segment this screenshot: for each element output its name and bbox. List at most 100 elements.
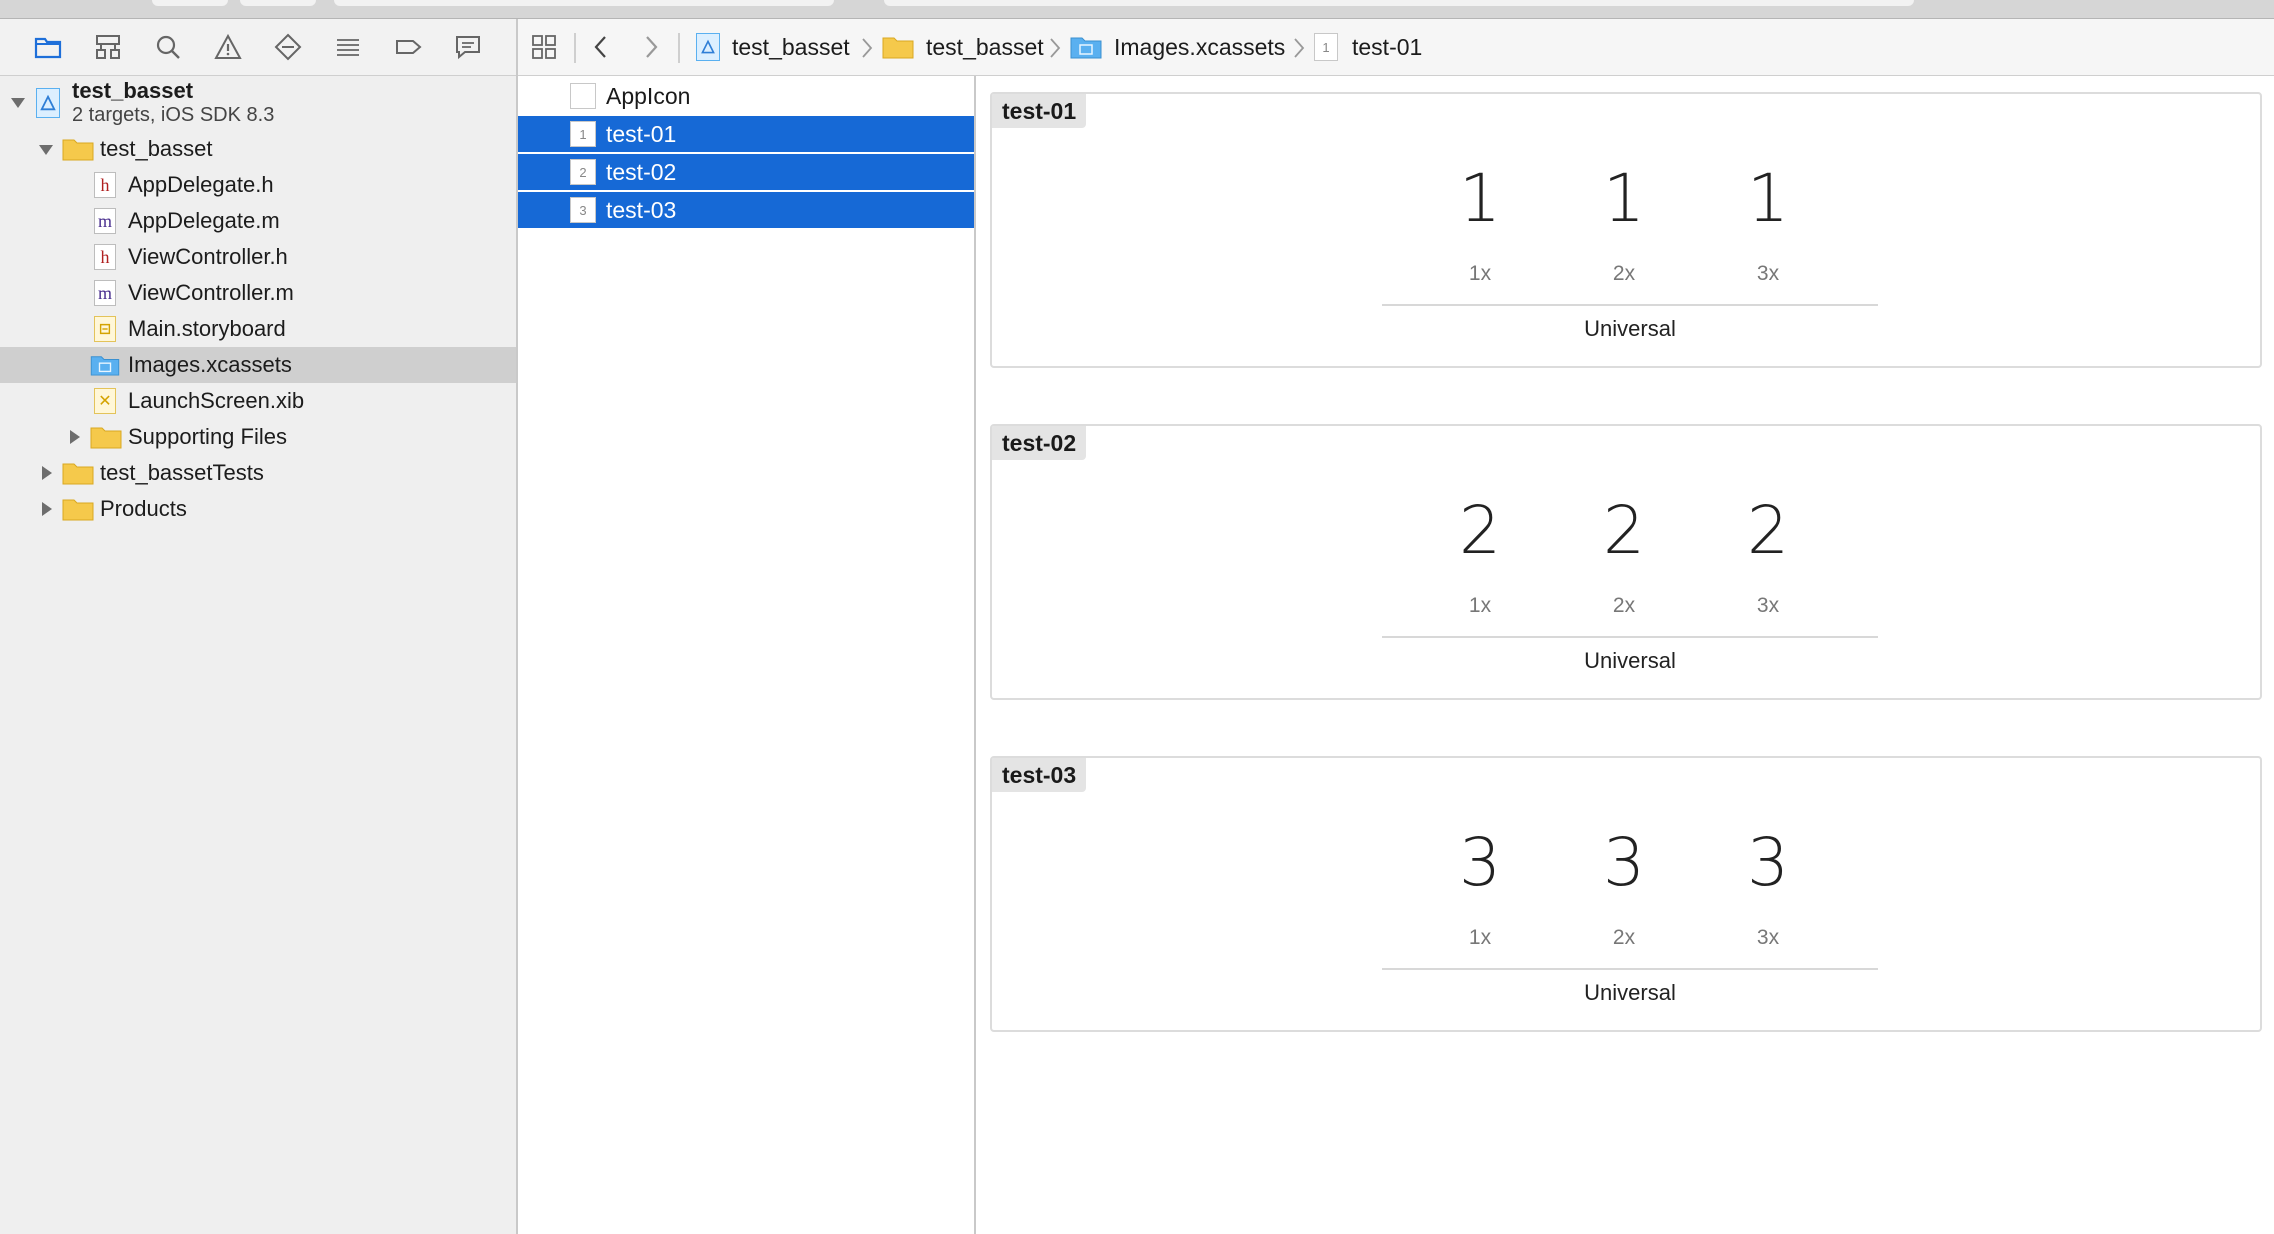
- asset-list-item[interactable]: AppIcon: [518, 78, 974, 114]
- breadcrumb-separator-icon: [862, 38, 873, 58]
- asset-list: AppIcon 1 test-01 2 test-02 3 test-03: [518, 76, 976, 1234]
- scale-label: 1x: [1468, 594, 1492, 617]
- tree-item-label: ViewController.m: [128, 280, 294, 305]
- asset-editor: test-01 1 1 1 1x 2x 3x Universal test-02…: [976, 76, 2274, 1234]
- symbol-navigator-tab[interactable]: [90, 31, 126, 63]
- search-icon: [156, 35, 180, 59]
- project-subtitle: 2 targets, iOS SDK 8.3: [72, 104, 275, 126]
- tree-item-label: Supporting Files: [128, 424, 287, 449]
- breadcrumb-image-set[interactable]: 1 test-01: [1314, 19, 1422, 75]
- tree-row-file[interactable]: m AppDelegate.m: [0, 203, 516, 239]
- test-navigator-tab[interactable]: [270, 31, 306, 63]
- project-navigator-tab[interactable]: [30, 31, 66, 63]
- asset-list-item-selected[interactable]: 3 test-03: [518, 192, 974, 228]
- asset-name: AppIcon: [606, 82, 691, 109]
- implementation-file-icon: m: [94, 280, 116, 306]
- asset-name: test-02: [606, 158, 677, 185]
- image-set-panel[interactable]: test-02 2 2 2 1x 2x 3x Universal: [990, 424, 2262, 700]
- divider: [1382, 968, 1878, 970]
- disclosure-triangle-icon[interactable]: [64, 427, 84, 447]
- issue-navigator-tab[interactable]: [210, 31, 246, 63]
- grid-icon: [532, 35, 556, 59]
- disclosure-triangle-icon[interactable]: [8, 92, 28, 112]
- forward-button[interactable]: [642, 19, 660, 75]
- breadcrumb-separator-icon: [1050, 38, 1061, 58]
- tree-row-file[interactable]: h ViewController.h: [0, 239, 516, 275]
- scale-label: 3x: [1756, 926, 1780, 949]
- breadcrumb-label: test_basset: [732, 33, 850, 60]
- breadcrumb-asset-catalog[interactable]: Images.xcassets: [1070, 19, 1285, 75]
- breadcrumb-label: Images.xcassets: [1114, 33, 1286, 60]
- related-items-button[interactable]: [530, 19, 558, 75]
- image-slot-3x[interactable]: 2: [1728, 498, 1808, 564]
- breadcrumb-separator-icon: [1294, 38, 1305, 58]
- tree-row-file[interactable]: h AppDelegate.h: [0, 167, 516, 203]
- tree-row-file-selected[interactable]: Images.xcassets: [0, 347, 516, 383]
- device-idiom-label: Universal: [1584, 648, 1676, 673]
- toolbar-button[interactable]: [152, 0, 228, 6]
- implementation-file-icon: m: [94, 208, 116, 234]
- folder-icon: [34, 37, 62, 59]
- image-set-panel[interactable]: test-01 1 1 1 1x 2x 3x Universal: [990, 92, 2262, 368]
- breakpoint-navigator-tab[interactable]: [390, 31, 426, 63]
- image-set-icon: 1: [1314, 33, 1338, 61]
- speech-bubble-icon: [456, 36, 480, 60]
- breadcrumb-label: test-01: [1352, 33, 1423, 60]
- tree-row-project[interactable]: test_basset 2 targets, iOS SDK 8.3: [0, 76, 516, 130]
- image-slot-2x[interactable]: 2: [1584, 498, 1664, 564]
- tree-row-folder[interactable]: test_bassetTests: [0, 455, 516, 491]
- tree-item-label: ViewController.h: [128, 244, 288, 269]
- divider: [1382, 304, 1878, 306]
- tree-item-label: Products: [100, 496, 187, 521]
- tree-row-folder[interactable]: Supporting Files: [0, 419, 516, 455]
- header-file-icon: h: [94, 172, 116, 198]
- jump-bar: test_basset test_basset Images.xcassets …: [518, 19, 2274, 76]
- xib-icon: ✕: [94, 388, 116, 414]
- tree-row-file[interactable]: ✕ LaunchScreen.xib: [0, 383, 516, 419]
- disclosure-triangle-icon[interactable]: [36, 139, 56, 159]
- asset-list-item-selected[interactable]: 2 test-02: [518, 154, 974, 190]
- project-name: test_basset: [72, 78, 194, 103]
- disclosure-triangle-icon[interactable]: [36, 499, 56, 519]
- list-icon: [337, 39, 359, 56]
- xcode-project-icon: [696, 33, 720, 61]
- image-slot-1x[interactable]: 2: [1440, 498, 1520, 564]
- chevron-right-icon: [646, 36, 658, 58]
- debug-navigator-tab[interactable]: [330, 31, 366, 63]
- tree-row-file[interactable]: m ViewController.m: [0, 275, 516, 311]
- app-icon-thumbnail: [570, 83, 596, 109]
- folder-icon: [62, 499, 94, 521]
- tree-row-folder[interactable]: Products: [0, 491, 516, 527]
- diamond-icon: [274, 33, 302, 61]
- image-slot-3x[interactable]: 1: [1728, 166, 1808, 232]
- image-slot-2x[interactable]: 3: [1584, 830, 1664, 896]
- image-set-panel[interactable]: test-03 3 3 3 1x 2x 3x Universal: [990, 756, 2262, 1032]
- header-file-icon: h: [94, 244, 116, 270]
- scheme-selector[interactable]: [334, 0, 834, 6]
- tree-item-label: test_bassetTests: [100, 460, 264, 485]
- image-slot-1x[interactable]: 3: [1440, 830, 1520, 896]
- scale-label: 2x: [1612, 926, 1636, 949]
- tree-row-file[interactable]: Main.storyboard: [0, 311, 516, 347]
- folder-icon: [882, 37, 914, 59]
- image-slot-1x[interactable]: 1: [1440, 166, 1520, 232]
- breakpoint-tag-icon: [396, 40, 422, 54]
- disclosure-triangle-icon[interactable]: [36, 463, 56, 483]
- tree-item-label: LaunchScreen.xib: [128, 388, 305, 413]
- separator: [574, 33, 576, 63]
- tree-row-folder[interactable]: test_basset: [0, 131, 516, 167]
- image-slot-2x[interactable]: 1: [1584, 166, 1664, 232]
- warning-icon: [214, 33, 242, 59]
- image-slot-3x[interactable]: 3: [1728, 830, 1808, 896]
- tree-item-label: test_basset: [100, 136, 213, 161]
- asset-list-item-selected[interactable]: 1 test-01: [518, 116, 974, 152]
- breadcrumb-group[interactable]: test_basset: [882, 19, 1044, 75]
- hierarchy-icon: [96, 35, 120, 59]
- toolbar-button[interactable]: [240, 0, 316, 6]
- device-idiom-label: Universal: [1584, 980, 1676, 1005]
- breadcrumb-project[interactable]: test_basset: [696, 19, 850, 75]
- back-button[interactable]: [592, 19, 610, 75]
- find-navigator-tab[interactable]: [150, 31, 186, 63]
- breadcrumb-label: test_basset: [926, 33, 1044, 60]
- report-navigator-tab[interactable]: [450, 31, 486, 63]
